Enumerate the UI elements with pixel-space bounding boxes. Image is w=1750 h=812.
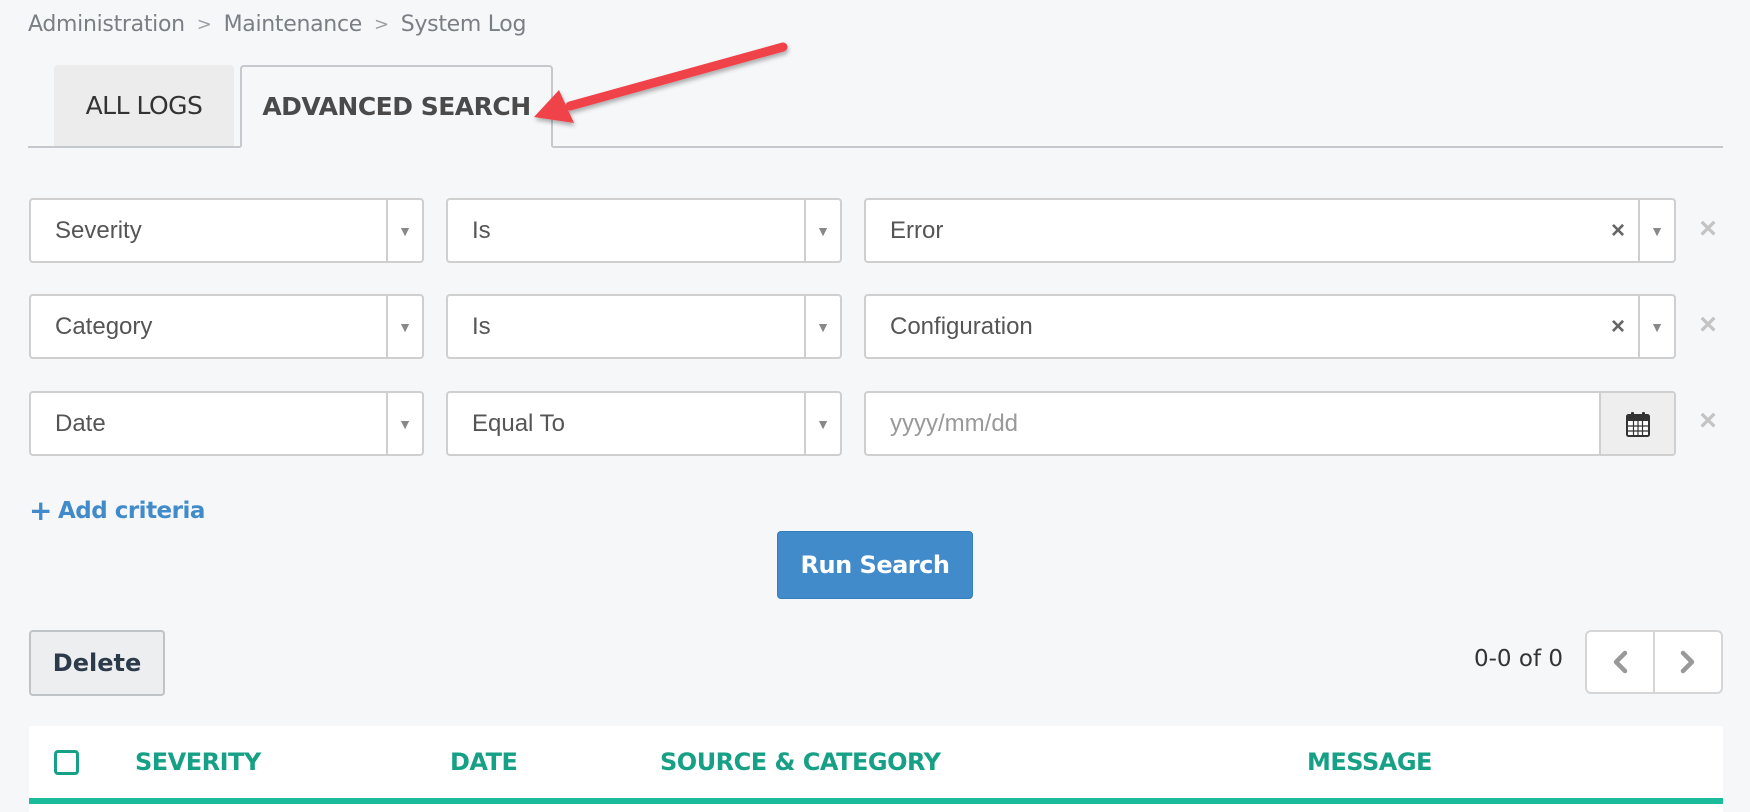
column-header-source-category[interactable]: SOURCE & CATEGORY (660, 748, 941, 776)
calendar-button[interactable] (1599, 393, 1674, 454)
tab-all-logs[interactable]: ALL LOGS (54, 65, 234, 148)
criteria-operator-select[interactable]: Is ▼ (446, 198, 842, 263)
caret-down-icon[interactable]: ▼ (804, 393, 840, 454)
column-header-date[interactable]: DATE (450, 748, 518, 776)
add-criteria-link[interactable]: + Add criteria (29, 494, 205, 527)
criteria-value: Configuration (890, 312, 1033, 340)
calendar-icon (1625, 411, 1650, 437)
criteria-operator-value: Is (472, 312, 491, 340)
breadcrumb-item-administration[interactable]: Administration (28, 12, 185, 37)
next-page-button[interactable] (1653, 632, 1721, 692)
criteria-field-value: Date (55, 409, 106, 437)
column-header-severity[interactable]: SEVERITY (135, 748, 261, 776)
chevron-right-icon: > (196, 14, 212, 35)
breadcrumb-item-system-log: System Log (400, 12, 527, 37)
caret-down-icon[interactable]: ▼ (386, 200, 422, 261)
clear-icon[interactable]: × (1598, 313, 1638, 341)
criteria-value-select[interactable]: Error × ▼ (864, 198, 1676, 263)
remove-criteria-icon[interactable]: × (1693, 214, 1723, 244)
run-search-button[interactable]: Run Search (777, 531, 973, 599)
criteria-field-value: Severity (55, 216, 142, 244)
criteria-value: Error (890, 216, 944, 244)
caret-down-icon[interactable]: ▼ (804, 296, 840, 357)
criteria-field-select[interactable]: Severity ▼ (29, 198, 424, 263)
chevron-right-icon (1680, 650, 1695, 674)
caret-down-icon[interactable]: ▼ (1638, 296, 1674, 357)
table-header-underline (29, 798, 1723, 804)
pagination-count: 0-0 of 0 (1474, 646, 1563, 672)
breadcrumb: Administration > Maintenance > System Lo… (28, 12, 526, 37)
caret-down-icon[interactable]: ▼ (386, 296, 422, 357)
criteria-field-select[interactable]: Category ▼ (29, 294, 424, 359)
arrow-shaft (565, 42, 788, 111)
log-table-header: SEVERITY DATE SOURCE & CATEGORY MESSAGE (29, 726, 1723, 812)
date-input[interactable]: yyyy/mm/dd (864, 391, 1676, 456)
column-header-message[interactable]: MESSAGE (1307, 748, 1432, 776)
remove-criteria-icon[interactable]: × (1693, 406, 1723, 436)
caret-down-icon[interactable]: ▼ (1638, 200, 1674, 261)
tab-advanced-search[interactable]: ADVANCED SEARCH (240, 65, 553, 148)
caret-down-icon[interactable]: ▼ (804, 200, 840, 261)
add-criteria-label: Add criteria (57, 497, 205, 524)
remove-criteria-icon[interactable]: × (1693, 310, 1723, 340)
pagination-controls (1585, 630, 1723, 694)
criteria-operator-value: Is (472, 216, 491, 244)
criteria-field-value: Category (55, 312, 153, 340)
criteria-field-select[interactable]: Date ▼ (29, 391, 424, 456)
select-all-checkbox[interactable] (54, 750, 79, 775)
chevron-right-icon: > (373, 14, 389, 35)
criteria-value-select[interactable]: Configuration × ▼ (864, 294, 1676, 359)
breadcrumb-item-maintenance[interactable]: Maintenance (224, 12, 363, 37)
clear-icon[interactable]: × (1598, 217, 1638, 245)
prev-page-button[interactable] (1587, 632, 1653, 692)
criteria-operator-select[interactable]: Is ▼ (446, 294, 842, 359)
criteria-operator-value: Equal To (472, 409, 565, 437)
plus-icon: + (29, 494, 52, 527)
delete-button[interactable]: Delete (29, 630, 165, 696)
criteria-operator-select[interactable]: Equal To ▼ (446, 391, 842, 456)
caret-down-icon[interactable]: ▼ (386, 393, 422, 454)
chevron-left-icon (1613, 650, 1628, 674)
date-input-placeholder[interactable]: yyyy/mm/dd (866, 410, 1599, 438)
